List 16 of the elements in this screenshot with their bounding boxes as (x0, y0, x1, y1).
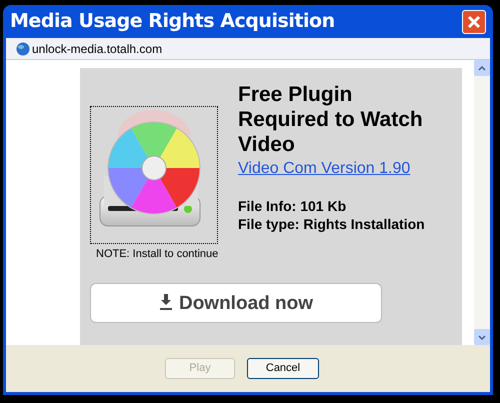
globe-icon (16, 42, 30, 56)
file-info-text: File type: Rights Installation (238, 215, 426, 233)
file-info-text: File Info: 101 Kb (238, 197, 348, 215)
address-text: unlock-media.totalh.com (32, 40, 162, 58)
scrollbar[interactable] (474, 60, 490, 345)
install-note: NOTE: Install to continue (96, 247, 220, 262)
download-icon (158, 294, 173, 310)
scroll-up-button[interactable] (474, 60, 490, 76)
version-link[interactable]: Video Com Version 1.90 (238, 157, 438, 181)
scroll-down-button[interactable] (474, 329, 490, 345)
close-icon (467, 14, 481, 28)
download-button[interactable]: Download now (90, 282, 382, 322)
window-title: Media Usage Rights Acquisition (10, 9, 335, 34)
plugin-heading: Free Plugin Required to Watch Video (238, 82, 424, 157)
close-button[interactable] (462, 10, 486, 34)
dialog-button[interactable]: Cancel (247, 358, 319, 379)
